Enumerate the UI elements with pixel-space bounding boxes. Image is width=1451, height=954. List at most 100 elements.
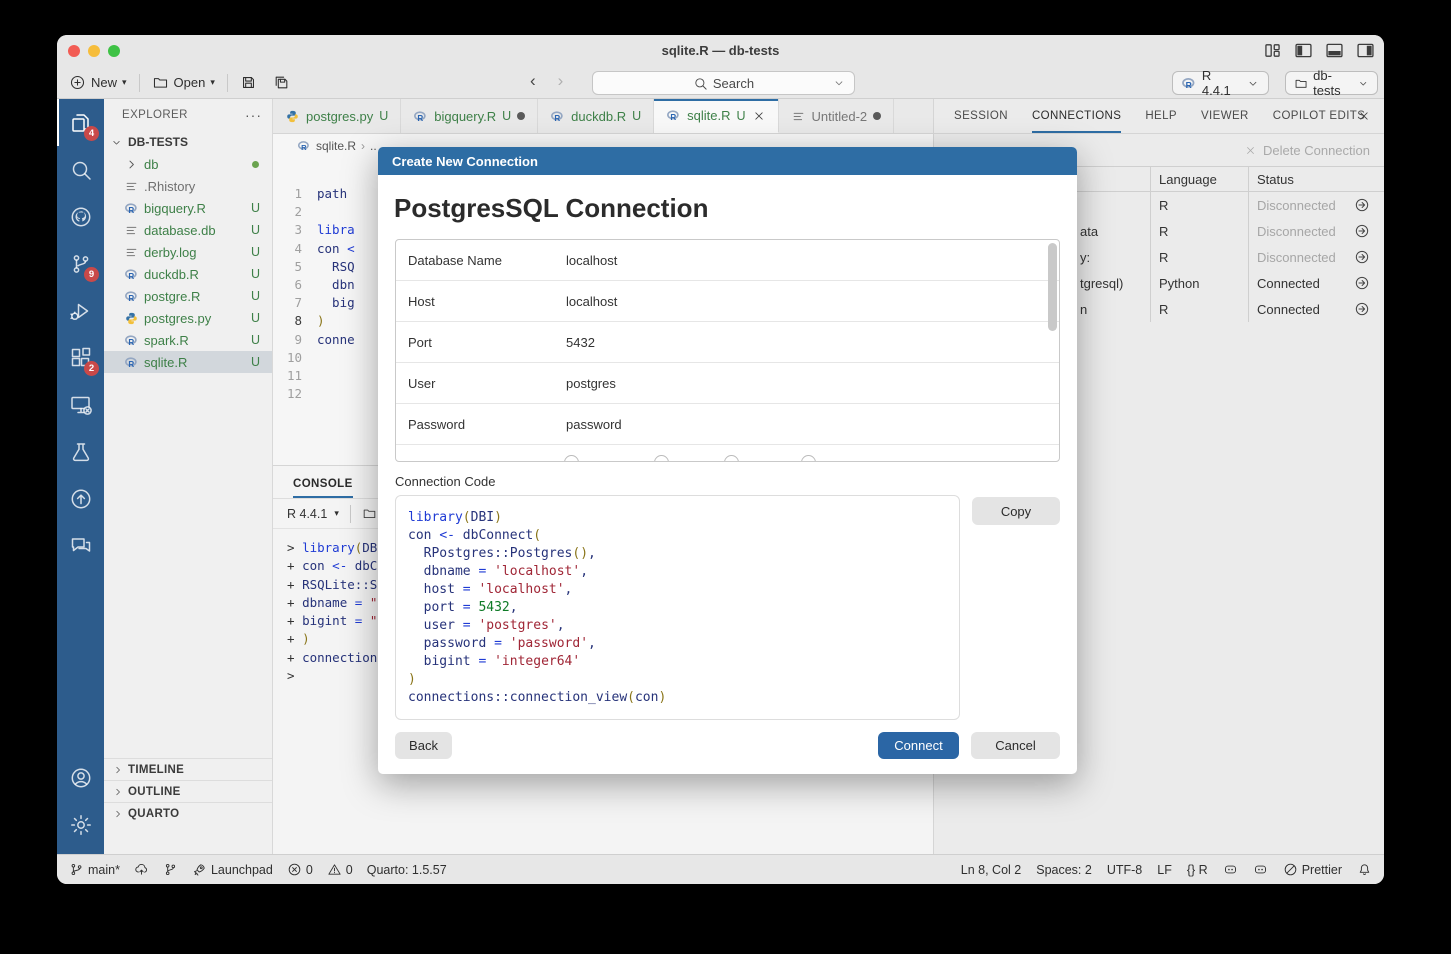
file-item-db[interactable]: db xyxy=(104,153,272,175)
panel-tab-viewer[interactable]: VIEWER xyxy=(1201,99,1249,133)
copy-button[interactable]: Copy xyxy=(972,497,1060,525)
form-scrollbar[interactable] xyxy=(1048,243,1057,459)
statusbar-item-bell[interactable] xyxy=(1357,862,1372,877)
connect-button[interactable]: Connect xyxy=(878,732,959,759)
customize-layout-icon[interactable] xyxy=(1262,40,1283,61)
tab-console[interactable]: CONSOLE xyxy=(293,478,353,498)
toggle-secondary-sidebar-icon[interactable] xyxy=(1355,40,1376,61)
file-item-database.db[interactable]: database.dbU xyxy=(104,219,272,241)
scrollbar-thumb[interactable] xyxy=(1048,243,1057,331)
section-label: TIMELINE xyxy=(128,764,184,776)
activity-item-publish[interactable] xyxy=(57,475,104,522)
file-item-.Rhistory[interactable]: .Rhistory xyxy=(104,175,272,197)
field-value-input[interactable]: postgres xyxy=(566,376,616,391)
explorer-actions-icon[interactable]: ··· xyxy=(245,107,262,123)
statusbar-label: Ln 8, Col 2 xyxy=(961,863,1021,877)
editor-tab-Untitled-2[interactable]: Untitled-2 xyxy=(779,99,895,133)
statusbar-item-main-[interactable]: main* xyxy=(69,862,120,877)
activity-item-debug[interactable] xyxy=(57,287,104,334)
open-connection-icon[interactable] xyxy=(1354,197,1370,213)
editor-tab-duckdb.R[interactable]: Rduckdb.RU xyxy=(538,99,654,133)
radio-button[interactable] xyxy=(654,455,669,462)
statusbar-item-launchpad[interactable]: Launchpad xyxy=(192,862,273,877)
open-button[interactable]: Open▾ xyxy=(144,70,223,96)
statusbar-item-prettier[interactable]: Prettier xyxy=(1283,862,1342,877)
activity-item-settings-gear[interactable] xyxy=(57,801,104,848)
file-item-bigquery.R[interactable]: Rbigquery.RU xyxy=(104,197,272,219)
field-value-input[interactable]: 5432 xyxy=(566,335,595,350)
field-value-input[interactable]: password xyxy=(566,417,622,432)
statusbar-item-quarto-1-5-57[interactable]: Quarto: 1.5.57 xyxy=(367,863,447,877)
save-all-button[interactable] xyxy=(265,70,298,96)
open-connection-icon[interactable] xyxy=(1354,223,1370,239)
navigate-forward-icon[interactable]: › xyxy=(558,71,564,91)
field-value-input[interactable]: localhost xyxy=(566,294,617,309)
interpreter-selector[interactable]: R R 4.4.1 xyxy=(1172,71,1269,95)
svg-text:R: R xyxy=(1186,80,1193,90)
radio-button[interactable] xyxy=(724,455,739,462)
panel-tab-help[interactable]: HELP xyxy=(1145,99,1177,133)
statusbar-item-utf-8[interactable]: UTF-8 xyxy=(1107,863,1142,877)
file-item-spark.R[interactable]: Rspark.RU xyxy=(104,329,272,351)
statusbar-item-0[interactable]: 0 xyxy=(327,862,353,877)
open-connection-icon[interactable] xyxy=(1354,275,1370,291)
statusbar-item-copilot[interactable] xyxy=(1223,862,1238,877)
radio-button[interactable] xyxy=(801,455,816,462)
cancel-button[interactable]: Cancel xyxy=(971,732,1060,759)
activity-item-search[interactable] xyxy=(57,146,104,193)
statusbar-item-lf[interactable]: LF xyxy=(1157,863,1172,877)
back-button[interactable]: Back xyxy=(395,732,452,759)
project-selector[interactable]: db-tests xyxy=(1285,71,1378,95)
statusbar-item--r[interactable]: {} R xyxy=(1187,863,1208,877)
toggle-panel-icon[interactable] xyxy=(1324,40,1345,61)
activity-item-comments[interactable] xyxy=(57,522,104,569)
remote-explorer-icon xyxy=(69,393,93,417)
activity-item-testing-beaker[interactable] xyxy=(57,428,104,475)
panel-tab-connections[interactable]: CONNECTIONS xyxy=(1032,99,1121,133)
file-item-duckdb.R[interactable]: Rduckdb.RU xyxy=(104,263,272,285)
statusbar-item-0[interactable]: 0 xyxy=(287,862,313,877)
activity-item-source-control[interactable]: 9 xyxy=(57,240,104,287)
statusbar-item-spaces-2[interactable]: Spaces: 2 xyxy=(1036,863,1092,877)
delete-connection-button[interactable]: Delete Connection xyxy=(1263,143,1370,158)
activity-item-files[interactable]: 4 xyxy=(57,99,104,146)
statusbar-item-cloud-upload[interactable] xyxy=(134,862,149,877)
panel-tab-session[interactable]: SESSION xyxy=(954,99,1008,133)
search-input[interactable]: Search xyxy=(592,71,855,95)
code-token: library xyxy=(408,510,463,525)
file-name: sqlite.R xyxy=(144,355,187,370)
editor-tab-bigquery.R[interactable]: Rbigquery.RU xyxy=(401,99,538,133)
save-button[interactable] xyxy=(232,70,265,96)
section-outline[interactable]: OUTLINE xyxy=(104,780,272,802)
open-connection-icon[interactable] xyxy=(1354,301,1370,317)
navigate-back-icon[interactable]: ‹ xyxy=(530,71,536,91)
activity-item-remote-explorer[interactable] xyxy=(57,381,104,428)
close-panel-icon[interactable] xyxy=(1357,109,1371,123)
open-connection-icon[interactable] xyxy=(1354,249,1370,265)
file-item-postgres.py[interactable]: postgres.pyU xyxy=(104,307,272,329)
toggle-sidebar-icon[interactable] xyxy=(1293,40,1314,61)
file-item-postgre.R[interactable]: Rpostgre.RU xyxy=(104,285,272,307)
radio-button[interactable] xyxy=(564,455,579,462)
section-quarto[interactable]: QUARTO xyxy=(104,802,272,824)
console-r-version[interactable]: R 4.4.1 xyxy=(287,507,327,521)
field-value-input[interactable]: localhost xyxy=(566,253,617,268)
new-button[interactable]: New▾ xyxy=(61,70,135,96)
activity-item-extensions[interactable]: 2 xyxy=(57,334,104,381)
statusbar-item-ln-8-col-2[interactable]: Ln 8, Col 2 xyxy=(961,863,1021,877)
activity-item-account[interactable] xyxy=(57,754,104,801)
panel-tab-copilot-edits[interactable]: COPILOT EDITS xyxy=(1273,99,1366,133)
editor-tab-sqlite.R[interactable]: Rsqlite.RU xyxy=(654,99,778,133)
column-status: Status xyxy=(1249,167,1354,191)
statusbar-label: Prettier xyxy=(1302,863,1342,877)
file-item-sqlite.R[interactable]: Rsqlite.RU xyxy=(104,351,272,373)
section-timeline[interactable]: TIMELINE xyxy=(104,758,272,780)
activity-item-github[interactable] xyxy=(57,193,104,240)
statusbar-item-source-control[interactable] xyxy=(163,862,178,877)
statusbar-item-copilot[interactable] xyxy=(1253,862,1268,877)
tree-root-db-tests[interactable]: DB-TESTS xyxy=(104,131,272,153)
close-tab-icon[interactable] xyxy=(752,109,766,123)
editor-tab-postgres.py[interactable]: postgres.pyU xyxy=(273,99,401,133)
code-token: big xyxy=(317,295,355,310)
file-item-derby.log[interactable]: derby.logU xyxy=(104,241,272,263)
